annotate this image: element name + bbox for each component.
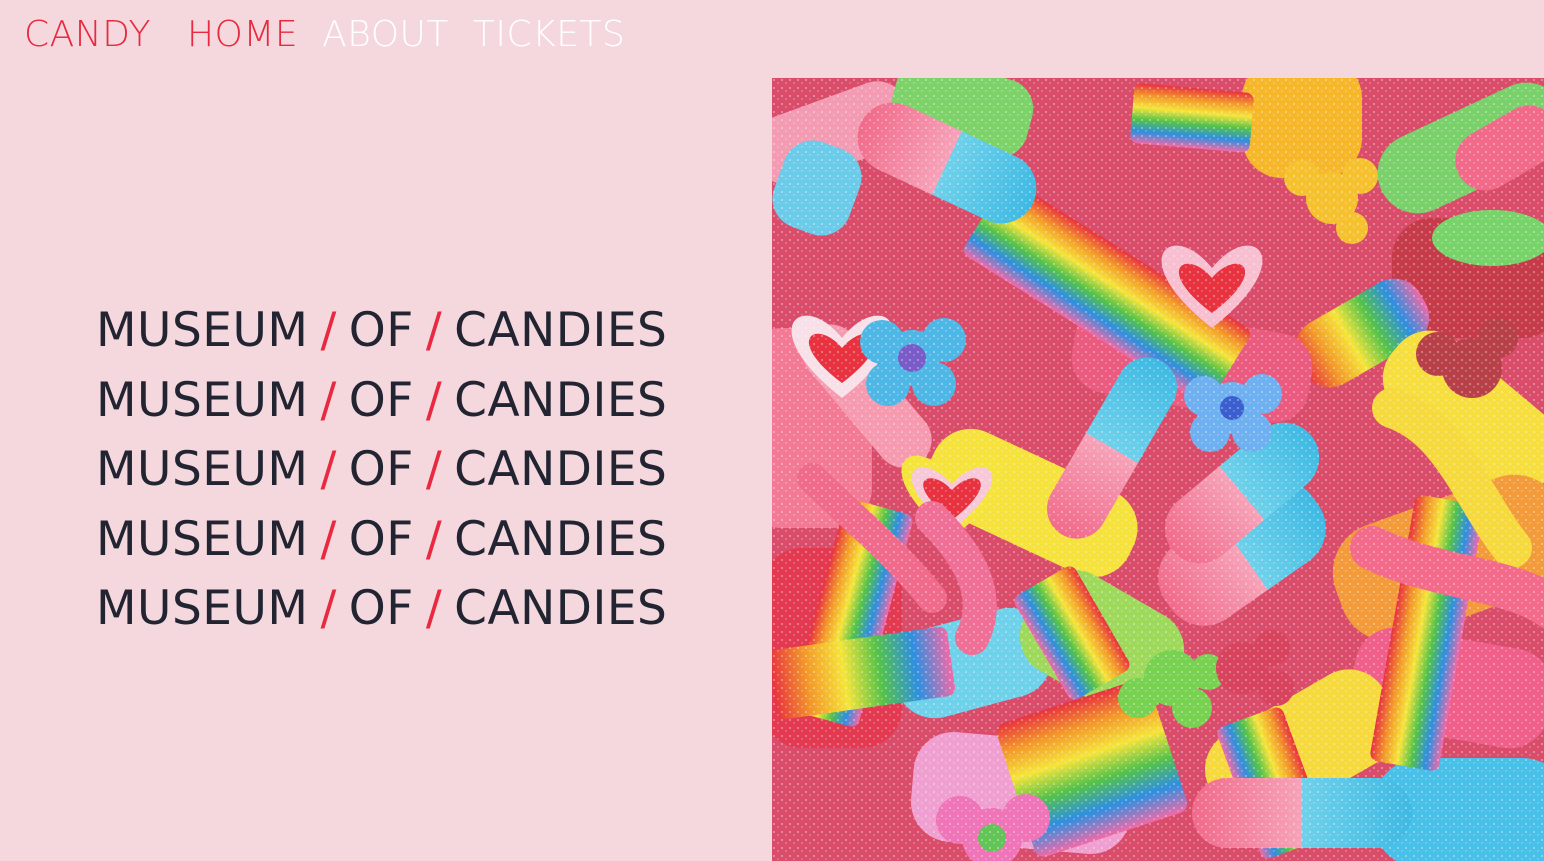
top-navigation: CANDY HOME ABOUT TICKETS — [24, 14, 649, 55]
nav-link-tickets[interactable]: TICKETS — [473, 14, 625, 55]
headline-separator: / — [425, 581, 443, 636]
headline-row: MUSEUM / OF / CANDIES — [96, 574, 667, 644]
headline-separator: / — [425, 372, 443, 428]
headline-separator: / — [320, 511, 337, 567]
nav-link-home[interactable]: HOME — [187, 14, 298, 55]
headline-word-candies: CANDIES — [454, 372, 668, 428]
headline-word-candies: CANDIES — [454, 442, 668, 497]
headline-word-candies: CANDIES — [454, 581, 668, 636]
candy-hero-image — [772, 78, 1544, 861]
headline-word-candies: CANDIES — [454, 303, 668, 358]
headline-separator: / — [320, 303, 337, 358]
headline-word-museum: MUSEUM — [96, 372, 309, 428]
headline-block: MUSEUM / OF / CANDIES MUSEUM / OF / CANDIES MUSE… — [96, 296, 667, 644]
headline-word-of: OF — [348, 581, 414, 636]
headline-word-of: OF — [348, 372, 414, 428]
headline-separator: / — [425, 442, 443, 497]
headline-word-museum: MUSEUM — [96, 442, 309, 497]
headline-separator: / — [320, 581, 337, 636]
headline-word-museum: MUSEUM — [96, 511, 309, 567]
headline-word-of: OF — [348, 511, 414, 567]
headline-word-museum: MUSEUM — [96, 303, 309, 358]
headline-word-of: OF — [348, 303, 414, 358]
headline-separator: / — [425, 511, 443, 567]
brand-logo-link[interactable]: CANDY — [24, 14, 151, 55]
headline-row: MUSEUM / OF / CANDIES — [96, 366, 667, 436]
headline-row: MUSEUM / OF / CANDIES — [96, 435, 667, 505]
headline-row: MUSEUM / OF / CANDIES — [96, 296, 667, 366]
nav-link-about[interactable]: ABOUT — [322, 14, 449, 55]
headline-word-of: OF — [348, 442, 414, 497]
headline-separator: / — [320, 442, 337, 497]
headline-word-candies: CANDIES — [454, 511, 668, 567]
headline-separator: / — [425, 303, 443, 358]
headline-separator: / — [320, 372, 337, 428]
headline-word-museum: MUSEUM — [96, 581, 309, 636]
headline-row: MUSEUM / OF / CANDIES — [96, 505, 667, 575]
